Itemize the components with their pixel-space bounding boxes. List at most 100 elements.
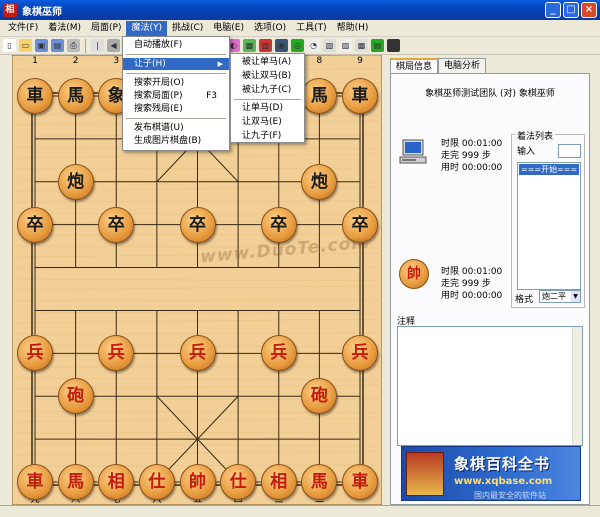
submenu-item-receive-one-horse[interactable]: 被让单马(A) — [231, 56, 304, 68]
file-number-top: 8 — [316, 56, 323, 66]
red-piece[interactable]: 車 — [17, 464, 53, 500]
red-piece[interactable]: 馬 — [57, 464, 94, 500]
print-icon[interactable]: ⎙ — [67, 39, 80, 52]
menu-help[interactable]: 帮助(H) — [332, 21, 374, 36]
red-piece[interactable]: 相 — [98, 464, 135, 500]
black-piece[interactable]: 卒 — [17, 206, 53, 243]
black-piece[interactable]: 卒 — [260, 206, 297, 243]
black-piece[interactable]: 炮 — [57, 163, 94, 200]
window-title: 象棋巫师 — [22, 6, 62, 18]
bottom-time-used: 用时 00:00:00 — [441, 291, 503, 301]
menu-item-autoplay[interactable]: 自动播放(F) — [123, 39, 229, 51]
submenu-item-receive-two-horses[interactable]: 被让双马(B) — [231, 70, 304, 82]
file-number-top: 9 — [357, 56, 363, 66]
black-piece[interactable]: 車 — [342, 78, 378, 114]
menu-challenge[interactable]: 挑战(C) — [167, 21, 208, 36]
menu-item-publish[interactable]: 发布棋谱(U) — [123, 122, 229, 134]
red-piece[interactable]: 相 — [260, 464, 297, 500]
red-king-badge: 帥 — [399, 259, 429, 289]
close-button[interactable]: × — [581, 2, 597, 18]
saveas-icon[interactable]: ▤ — [51, 39, 64, 52]
top-time-limit: 时限 00:01:00 — [441, 139, 503, 149]
export-icon[interactable]: ▤ — [371, 39, 384, 52]
menu-item-search-position[interactable]: 搜索局面(P) F3 — [123, 90, 229, 102]
menu-file[interactable]: 文件(F) — [3, 21, 43, 36]
submenu-item-receive-nine-pieces[interactable]: 被让九子(C) — [231, 84, 304, 96]
new-icon[interactable]: ▯ — [3, 39, 16, 52]
copy-icon[interactable]: ▨ — [339, 39, 352, 52]
banner-subtitle: 国内最安全的软件站 — [474, 491, 546, 500]
save-icon[interactable]: ▣ — [35, 39, 48, 52]
notes-scrollbar[interactable] — [572, 327, 582, 445]
options-icon[interactable]: ▧ — [323, 39, 336, 52]
red-piece[interactable]: 兵 — [260, 335, 297, 372]
move-input-field[interactable] — [558, 144, 581, 158]
menu-magic[interactable]: 魔法(Y) — [126, 20, 167, 36]
submenu-item-give-two-horses[interactable]: 让双马(E) — [231, 116, 304, 128]
black-piece[interactable]: 車 — [17, 78, 53, 114]
paste-icon[interactable]: ▩ — [355, 39, 368, 52]
prev-icon[interactable]: ◀ — [107, 39, 120, 52]
menu-item-handicap[interactable]: 让子(H) ▶ — [123, 58, 229, 70]
red-piece[interactable]: 仕 — [220, 464, 257, 500]
menu-item-label: 搜索局面(P) — [134, 91, 183, 101]
bottom-moves-left: 走完 999 步 — [441, 279, 491, 289]
submenu-arrow-icon: ▶ — [217, 60, 223, 68]
black-piece[interactable]: 馬 — [57, 78, 94, 114]
panel-tabs: 棋局信息 电脑分析 — [390, 58, 487, 73]
format-value: 炮二平 — [542, 292, 566, 301]
tab-computer-analysis[interactable]: 电脑分析 — [438, 58, 487, 73]
menu-moves[interactable]: 着法(M) — [43, 21, 86, 36]
menu-position[interactable]: 局面(P) — [86, 21, 126, 36]
app-icon: 相 — [3, 3, 17, 17]
screen-icon[interactable]: ▣ — [387, 39, 400, 52]
maximize-button[interactable]: □ — [563, 2, 579, 18]
submenu-item-give-nine-pieces[interactable]: 让九子(F) — [231, 130, 304, 142]
menu-item-label: 让子(H) — [134, 59, 166, 69]
moves-list-item[interactable]: ===开始=== — [519, 164, 579, 175]
menu-computer[interactable]: 电脑(E) — [208, 21, 249, 36]
red-piece[interactable]: 帥 — [179, 464, 216, 500]
menu-item-label: 发布棋谱(U) — [134, 123, 184, 133]
title-bar[interactable]: 相 象棋巫师 _ □ × — [0, 0, 600, 20]
menu-bar: 文件(F) 着法(M) 局面(P) 魔法(Y) 挑战(C) 电脑(E) 选项(O… — [0, 20, 600, 37]
book-icon[interactable]: ▥ — [259, 39, 272, 52]
menu-item-label: 自动播放(F) — [134, 40, 183, 50]
moves-list-title: 着法列表 — [515, 129, 556, 142]
black-piece[interactable]: 卒 — [98, 206, 135, 243]
top-moves-left: 走完 999 步 — [441, 151, 491, 161]
menu-item-label: 搜索残局(E) — [134, 104, 183, 114]
game-info-panel: 象棋巫师测试团队 (对) 象棋巫师 时限 00:01:00 走完 999 步 用… — [390, 73, 590, 505]
app-window: 相 象棋巫师 _ □ × 文件(F) 着法(M) 局面(P) 魔法(Y) 挑战(… — [0, 0, 600, 517]
red-piece[interactable]: 砲 — [57, 378, 94, 415]
format-label: 格式 — [515, 295, 534, 305]
status-bar — [0, 505, 600, 517]
red-piece[interactable]: 兵 — [179, 335, 216, 372]
format-select[interactable]: 炮二平 ▼ — [539, 290, 581, 303]
menu-item-label: 生成图片棋盘(B) — [134, 136, 202, 146]
submenu-item-give-one-horse[interactable]: 让单马(D) — [231, 102, 304, 114]
analyze-icon[interactable]: ◎ — [291, 39, 304, 52]
file-number-top: 1 — [32, 56, 38, 66]
banner-url: www.xqbase.com — [454, 476, 553, 487]
black-piece[interactable]: 卒 — [179, 206, 216, 243]
minimize-button[interactable]: _ — [545, 2, 561, 18]
menu-item-image-board[interactable]: 生成图片棋盘(B) — [123, 135, 229, 147]
red-piece[interactable]: 車 — [342, 464, 378, 500]
menu-options[interactable]: 选项(O) — [249, 21, 291, 36]
grid-icon[interactable]: ▩ — [243, 39, 256, 52]
open-icon[interactable]: ▭ — [19, 39, 32, 52]
engine-icon[interactable]: ◉ — [275, 39, 288, 52]
first-icon[interactable]: | — [91, 39, 104, 52]
file-number-top: 2 — [72, 56, 79, 66]
black-piece[interactable]: 炮 — [301, 163, 338, 200]
menu-item-search-endgame[interactable]: 搜索残局(E) — [123, 103, 229, 115]
menu-tools[interactable]: 工具(T) — [291, 21, 332, 36]
menu-item-search-opening[interactable]: 搜索开局(O) — [123, 77, 229, 89]
red-piece[interactable]: 仕 — [138, 464, 175, 500]
book-cover-image — [406, 452, 444, 496]
tab-game-info[interactable]: 棋局信息 — [390, 58, 439, 73]
clock-icon[interactable]: ◔ — [307, 39, 320, 52]
notes-textarea[interactable] — [397, 326, 583, 446]
moves-list[interactable]: ===开始=== — [517, 162, 581, 290]
